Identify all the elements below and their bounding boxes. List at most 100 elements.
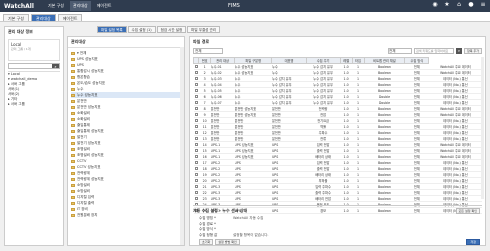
folder-icon xyxy=(71,189,75,193)
managed-target-panel: 관리 대상 정보 Local 관리 그룹 / 1개 ⌕ ▾ Local ▾ wa… xyxy=(4,26,64,246)
left-search: ⌕ xyxy=(8,63,60,69)
category-list: ▾ 전체 UPS 성능지표 UPS 통합감시 성능지표 항온항습 온도/습도 성능지표 누수… xyxy=(68,48,184,220)
tab-basic[interactable]: 기본 구성 xyxy=(3,14,29,21)
checkbox-icon[interactable] xyxy=(194,190,198,194)
detail-row: 수집 정형 값 설정할 항목이 없습니다. xyxy=(199,233,269,238)
folder-icon xyxy=(71,129,75,133)
file-path-title: 파일 경로 xyxy=(193,39,210,44)
checkbox-icon[interactable] xyxy=(194,148,198,152)
category-scrollbar[interactable] xyxy=(180,47,184,245)
folder-icon xyxy=(71,195,75,199)
top-nav: 기본 구성 관리대상 에이전트 xyxy=(45,1,114,11)
detail-label: 수집 정형 값 xyxy=(199,233,218,237)
detail-value[interactable]: WatchAll 자동 수집 xyxy=(233,216,263,221)
top-bar: WatchAll 기본 구성 관리대상 에이전트 FIMS ◉ ★ ⌂ ● ≡ xyxy=(0,0,490,12)
checkbox-icon[interactable] xyxy=(194,166,198,170)
folder-icon xyxy=(71,171,75,175)
checkbox-icon[interactable] xyxy=(194,124,198,128)
category-item[interactable]: 전원분배 장치 xyxy=(71,212,181,218)
subtab-file-integrity[interactable]: 파일 무결성 관리 xyxy=(187,26,220,33)
top-icons: ◉ ★ ⌂ ● ≡ xyxy=(432,2,486,8)
checkbox-icon[interactable] xyxy=(194,136,198,140)
user-icon[interactable]: ● xyxy=(468,2,474,8)
checkbox-icon[interactable] xyxy=(194,160,198,164)
folder-icon xyxy=(71,93,75,97)
checkbox-icon[interactable] xyxy=(194,94,198,98)
folder-icon xyxy=(71,141,75,145)
folder-icon xyxy=(71,177,75,181)
checkbox-icon[interactable] xyxy=(194,142,198,146)
checkbox-icon[interactable] xyxy=(194,130,198,134)
checkbox-icon[interactable] xyxy=(194,154,198,158)
subtab-check-time[interactable]: 점검 시간 설정 xyxy=(156,26,187,33)
folder-icon xyxy=(71,207,75,211)
checkbox-icon[interactable] xyxy=(194,172,198,176)
reset-button[interactable]: 초기화 xyxy=(199,239,214,245)
tab-managed[interactable]: 관리대상 xyxy=(31,14,56,21)
detail-buttons: 초기화 설정 방법 확인 xyxy=(199,239,240,245)
sub-tabs: 파일 설정 목록 수집 설정 (1) 점검 시간 설정 파일 무결성 관리 xyxy=(97,26,220,33)
detail-row: 수집 명칭 * WatchAll 자동 수집 xyxy=(199,216,263,221)
auto-collect-detail: 자동 수집 설정 - 누수 센서 상태 모든 설정 확인 수집 명칭 * Wat… xyxy=(193,205,482,245)
top-nav-item-agent[interactable]: 에이전트 xyxy=(94,1,115,11)
detail-title: 자동 수집 설정 - 누수 센서 상태 xyxy=(193,208,248,213)
checkbox-icon[interactable] xyxy=(194,118,198,122)
top-nav-item-basic[interactable]: 기본 구성 xyxy=(45,1,67,11)
check-all-settings-button[interactable]: 모든 설정 확인 xyxy=(455,208,480,214)
category-panel-title: 관리대상 xyxy=(68,37,184,48)
target-info-box: Local 관리 그룹 / 1개 xyxy=(8,39,60,61)
watchall-logo[interactable]: WatchAll xyxy=(4,3,39,10)
folder-icon xyxy=(71,153,75,157)
folder-icon xyxy=(71,117,75,121)
star-icon[interactable]: ★ xyxy=(444,2,450,8)
folder-icon xyxy=(71,99,75,103)
bell-icon[interactable]: ◉ xyxy=(432,2,438,8)
detail-row: 수집 방식 * xyxy=(199,227,233,232)
home-icon[interactable]: ⌂ xyxy=(456,2,462,8)
main-tabs: 기본 구성 관리대상 에이전트 xyxy=(0,12,490,22)
filter-select-2[interactable]: 전체 xyxy=(388,48,412,54)
checkbox-icon[interactable] xyxy=(194,112,198,116)
left-search-input[interactable] xyxy=(9,64,52,68)
checkbox-icon[interactable] xyxy=(194,184,198,188)
folder-icon xyxy=(71,57,75,61)
folder-icon xyxy=(71,63,75,67)
subtab-file-list[interactable]: 파일 설정 목록 xyxy=(97,26,127,33)
menu-icon[interactable]: ≡ xyxy=(480,2,486,8)
checkbox-icon[interactable] xyxy=(194,196,198,200)
filter-select[interactable]: 전체 xyxy=(193,48,223,54)
folder-icon xyxy=(71,213,75,217)
target-tree: ▾ Local ▾ watchall_demo ▸ 서버 그룹 서버(1) 서버… xyxy=(8,71,60,107)
folder-icon xyxy=(71,87,75,91)
target-sub: 관리 그룹 / 1개 xyxy=(11,47,31,51)
folder-icon xyxy=(71,81,75,85)
search-icon[interactable]: ⌕ xyxy=(456,48,462,54)
folder-icon xyxy=(71,135,75,139)
save-button[interactable]: 저장 xyxy=(466,239,480,245)
checkbox-icon[interactable] xyxy=(194,106,198,110)
add-item-button[interactable]: 항목 추가 xyxy=(464,48,482,54)
tab-agent[interactable]: 에이전트 xyxy=(57,14,83,21)
category-panel: 관리대상 ▾ 전체 UPS 성능지표 UPS 통합감시 성능지표 항온항습 온도/습도 성… xyxy=(67,36,185,246)
detail-value: 설정할 항목이 없습니다. xyxy=(233,233,269,237)
tree-node[interactable]: ▸ 서버 그룹 xyxy=(8,102,60,107)
keyword-search-input[interactable]: 검색 키워드를 입력하세요 xyxy=(414,48,454,54)
search-icon[interactable]: ⌕ xyxy=(52,64,59,69)
detail-label: 수집 방식 * xyxy=(199,227,216,231)
checkbox-icon[interactable] xyxy=(194,64,198,68)
checkbox-icon[interactable] xyxy=(194,100,198,104)
checkbox-icon[interactable] xyxy=(194,178,198,182)
folder-icon xyxy=(71,51,75,55)
file-path-toolbar: 전체 전체 검색 키워드를 입력하세요 ⌕ 항목 추가 xyxy=(193,47,482,55)
folder-icon xyxy=(71,159,75,163)
table-scrollbar[interactable] xyxy=(481,57,484,199)
top-nav-item-managed[interactable]: 관리대상 xyxy=(70,1,91,11)
file-path-table: 번호 관리 대상 파일 구분명 대표명 수집 주기 레벨 타입 비트맵 관리 채널 수집 방식 … xyxy=(192,57,482,214)
subtab-collect-setting[interactable]: 수집 설정 (1) xyxy=(127,26,156,33)
left-panel-title: 관리 대상 정보 xyxy=(8,29,33,34)
checkbox-icon[interactable] xyxy=(194,70,198,74)
checkbox-icon[interactable] xyxy=(194,82,198,86)
checkbox-icon[interactable] xyxy=(194,76,198,80)
setting-guide-button[interactable]: 설정 방법 확인 xyxy=(215,239,240,245)
checkbox-icon[interactable] xyxy=(194,88,198,92)
